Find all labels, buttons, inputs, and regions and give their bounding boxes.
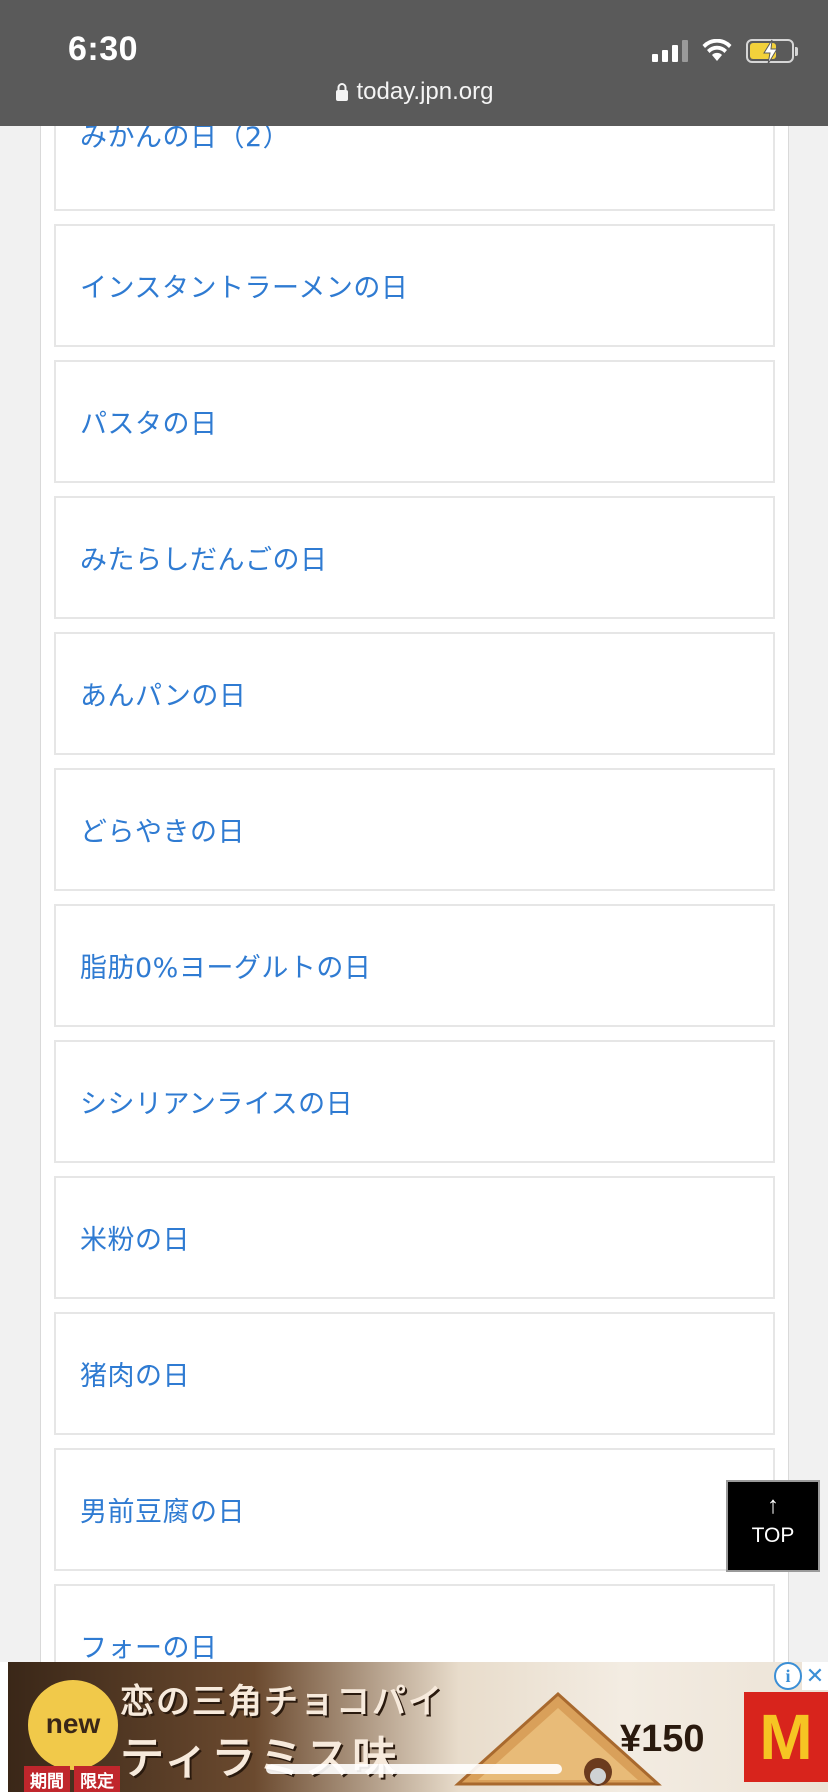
status-bar: 6:30 today.jpn.org	[0, 0, 828, 126]
ad-limited-label: 期間	[24, 1766, 70, 1792]
status-time: 6:30	[68, 30, 139, 68]
address-bar[interactable]: today.jpn.org	[0, 78, 828, 106]
ad-limited-badge: 期間 限定	[24, 1766, 120, 1792]
cellular-signal-icon	[652, 40, 688, 62]
list-item-link[interactable]: 猪肉の日	[80, 1354, 190, 1393]
list-item[interactable]: 男前豆腐の日	[54, 1448, 775, 1571]
list-item-link[interactable]: みたらしだんごの日	[80, 538, 328, 577]
lock-icon	[335, 83, 348, 101]
list-item-link[interactable]: 男前豆腐の日	[80, 1490, 245, 1529]
battery-charging-icon	[746, 39, 798, 65]
anniversary-list: みかんの日（2） インスタントラーメンの日 パスタの日 みたらしだんごの日 あん…	[54, 126, 775, 1666]
list-item-link[interactable]: シシリアンライスの日	[80, 1082, 353, 1121]
url-text: today.jpn.org	[356, 78, 494, 105]
ad-headline: 恋の三角チョコパイ	[120, 1682, 444, 1722]
back-to-top-button[interactable]: ↑ TOP	[726, 1480, 820, 1572]
list-item-link[interactable]: インスタントラーメンの日	[80, 266, 408, 305]
wifi-icon	[702, 39, 732, 61]
list-item-link[interactable]: みかんの日（2）	[80, 126, 290, 154]
list-item[interactable]: シシリアンライスの日	[54, 1040, 775, 1163]
list-item[interactable]: 米粉の日	[54, 1176, 775, 1299]
list-item[interactable]: フォーの日	[54, 1584, 775, 1666]
list-item-link[interactable]: フォーの日	[80, 1626, 218, 1665]
list-item[interactable]: みたらしだんごの日	[54, 496, 775, 619]
home-indicator[interactable]	[266, 1764, 562, 1774]
list-item-link[interactable]: パスタの日	[80, 402, 218, 441]
list-item[interactable]: インスタントラーメンの日	[54, 224, 775, 347]
list-item-link[interactable]: あんパンの日	[80, 674, 246, 713]
ad-info-icon[interactable]: i	[774, 1662, 802, 1690]
list-item-link[interactable]: 米粉の日	[80, 1218, 190, 1257]
list-item[interactable]: どらやきの日	[54, 768, 775, 891]
ad-new-badge: new	[28, 1680, 118, 1770]
ad-subheadline: ティラミス味	[120, 1733, 400, 1784]
list-item[interactable]: みかんの日（2）	[54, 126, 775, 211]
arrow-up-icon: ↑	[767, 1492, 779, 1519]
list-item-link[interactable]: どらやきの日	[80, 810, 245, 849]
list-item[interactable]: 脂肪0%ヨーグルトの日	[54, 904, 775, 1027]
page-content: みかんの日（2） インスタントラーメンの日 パスタの日 みたらしだんごの日 あん…	[40, 126, 789, 1666]
system-icons	[652, 36, 798, 66]
list-item-link[interactable]: 脂肪0%ヨーグルトの日	[80, 946, 371, 985]
list-item[interactable]: パスタの日	[54, 360, 775, 483]
ad-limited-label: 限定	[74, 1766, 120, 1792]
back-to-top-label: TOP	[751, 1524, 795, 1547]
list-item[interactable]: あんパンの日	[54, 632, 775, 755]
list-item[interactable]: 猪肉の日	[54, 1312, 775, 1435]
ad-close-icon[interactable]: ✕	[802, 1662, 828, 1690]
ad-price: ¥150	[620, 1718, 705, 1760]
mcdonalds-logo: M	[744, 1692, 828, 1782]
